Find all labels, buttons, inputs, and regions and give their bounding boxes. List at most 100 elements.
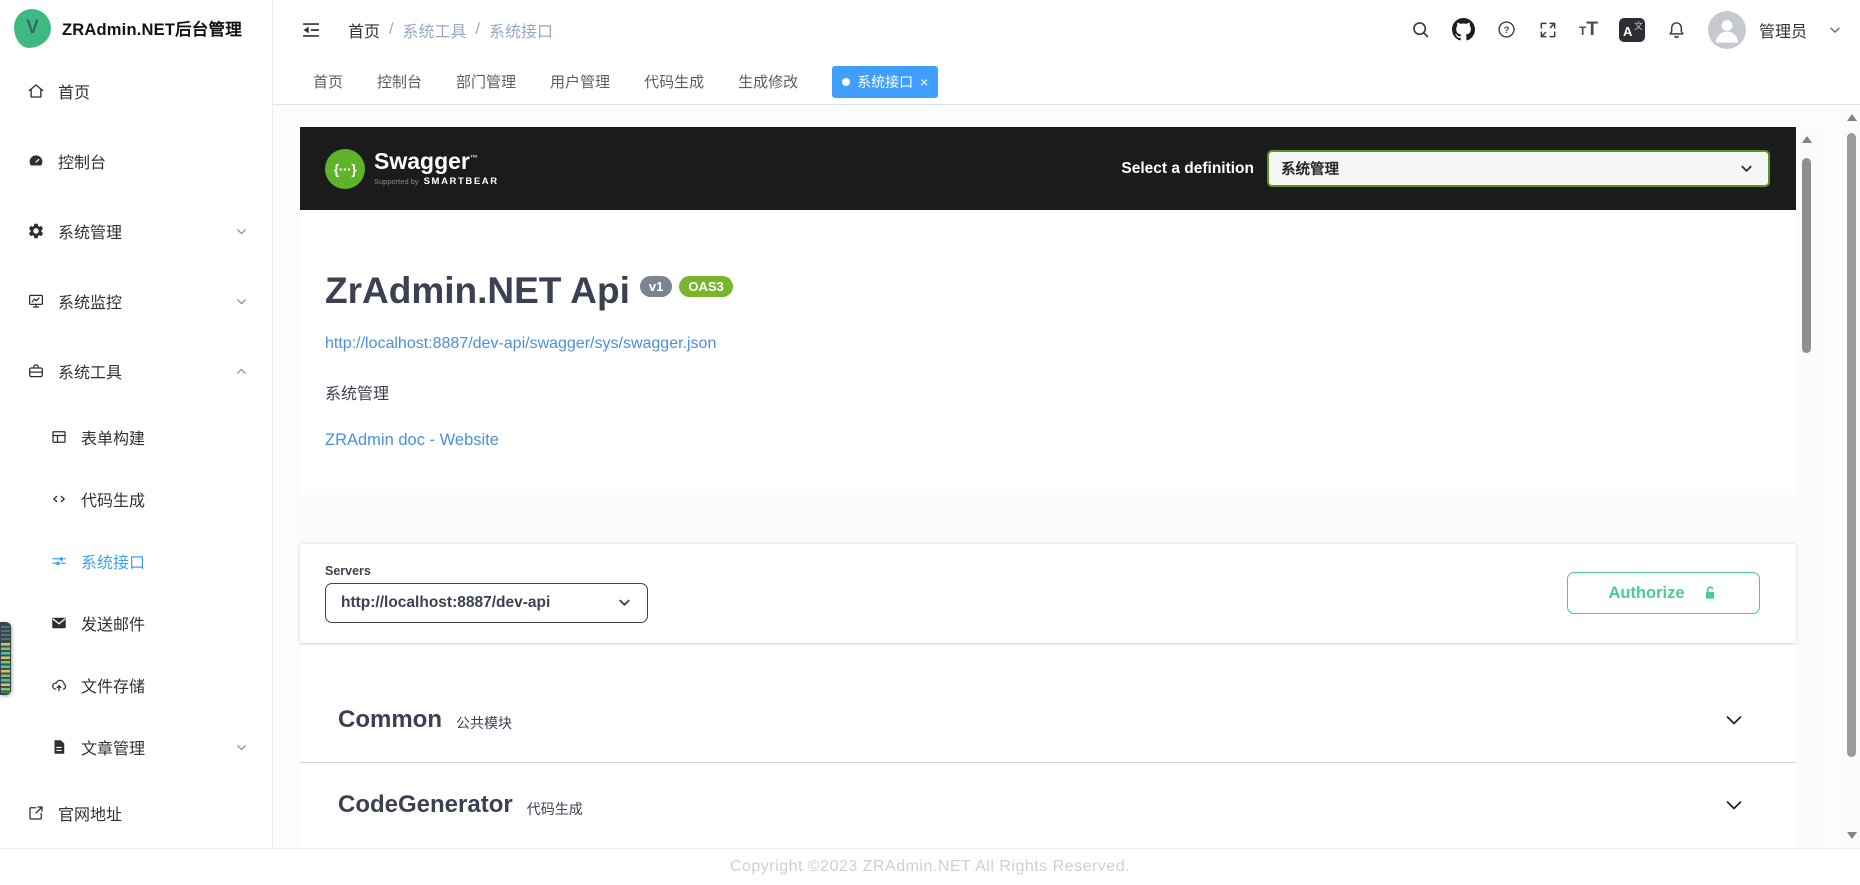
- sidebar-item-label: 官网地址: [58, 801, 122, 825]
- scroll-down-arrow[interactable]: [1847, 832, 1857, 839]
- app-title: ZRAdmin.NET后台管理: [62, 16, 242, 40]
- authorize-button[interactable]: Authorize: [1567, 572, 1760, 614]
- scrollbar-thumb[interactable]: [1847, 133, 1856, 757]
- sidebar-item-label: 系统工具: [58, 359, 122, 383]
- section-spacer: [300, 495, 1796, 543]
- sidebar-item-article-admin[interactable]: 文章管理: [0, 716, 272, 778]
- tab-home[interactable]: 首页: [313, 71, 343, 92]
- font-size-icon[interactable]: TT: [1579, 19, 1598, 41]
- sidebar-item-system-admin[interactable]: 系统管理: [0, 196, 272, 266]
- tab-code-gen[interactable]: 代码生成: [644, 71, 704, 92]
- tab-close-icon[interactable]: ×: [920, 75, 928, 89]
- sidebar-item-system-tools[interactable]: 系统工具: [0, 336, 272, 406]
- tab-gen-edit[interactable]: 生成修改: [738, 71, 798, 92]
- section-description: 代码生成: [527, 792, 583, 819]
- document-icon: [50, 738, 68, 756]
- sidebar-item-system-monitor[interactable]: 系统监控: [0, 266, 272, 336]
- sidebar-item-label: 系统管理: [58, 219, 122, 243]
- tab-dept-admin[interactable]: 部门管理: [456, 71, 516, 92]
- swagger-info-section: ZrAdmin.NET Api v1 OAS3 http://localhost…: [300, 210, 1796, 495]
- gear-icon: [27, 222, 45, 240]
- search-icon[interactable]: [1410, 19, 1431, 40]
- tab-user-admin[interactable]: 用户管理: [550, 71, 610, 92]
- trademark-symbol: ™: [470, 153, 478, 162]
- server-select[interactable]: http://localhost:8887/dev-api: [325, 583, 648, 623]
- app-main: {···} Swagger™ Supported by SMARTBEAR Se…: [273, 105, 1860, 848]
- sidebar-item-send-mail[interactable]: 发送邮件: [0, 592, 272, 654]
- oas3-badge: OAS3: [679, 276, 732, 297]
- sidebar: V ZRAdmin.NET后台管理 首页 控制台 系统管理 系统监控: [0, 0, 273, 848]
- mail-icon: [50, 614, 68, 632]
- logo-letter: V: [26, 17, 39, 39]
- app-logo[interactable]: V ZRAdmin.NET后台管理: [0, 0, 272, 56]
- dashboard-icon: [27, 152, 45, 170]
- chevron-down-icon: [617, 595, 632, 610]
- spec-url-link[interactable]: http://localhost:8887/dev-api/swagger/sy…: [325, 335, 1771, 353]
- username[interactable]: 管理员: [1759, 18, 1807, 42]
- servers-block: Servers http://localhost:8887/dev-api: [325, 564, 648, 623]
- chevron-down-icon[interactable]: [1828, 23, 1842, 37]
- sidebar-item-label: 首页: [58, 79, 90, 103]
- code-icon: [50, 490, 68, 508]
- supported-by-label: Supported by: [374, 177, 419, 186]
- smartbear-label: SMARTBEAR: [424, 176, 499, 187]
- tab-label: 系统接口: [857, 72, 913, 92]
- section-codegenerator[interactable]: CodeGenerator 代码生成: [300, 763, 1796, 848]
- tags-view: 首页 控制台 部门管理 用户管理 代码生成 生成修改 系统接口 ×: [273, 59, 1860, 105]
- sidebar-item-label: 系统接口: [81, 549, 145, 573]
- sidebar-item-system-api[interactable]: 系统接口: [0, 530, 272, 592]
- definition-select[interactable]: 系统管理: [1267, 150, 1770, 187]
- breadcrumb-system-api: 系统接口: [489, 18, 553, 42]
- sliders-icon: [50, 552, 68, 570]
- unlock-icon: [1701, 584, 1719, 602]
- scrollbar-thumb[interactable]: [1802, 158, 1811, 353]
- section-common[interactable]: Common 公共模块: [300, 678, 1796, 763]
- sidebar-item-code-generator[interactable]: 代码生成: [0, 468, 272, 530]
- chevron-down-icon: [235, 225, 248, 238]
- scheme-container: Servers http://localhost:8887/dev-api Au…: [300, 543, 1796, 643]
- page-scrollbar[interactable]: [1843, 105, 1860, 848]
- swagger-logo-text: Swagger™: [374, 150, 499, 173]
- definition-select-value: 系统管理: [1281, 158, 1339, 179]
- active-tab-dot: [842, 78, 850, 86]
- sidebar-item-label: 控制台: [58, 149, 106, 173]
- sidebar-item-home[interactable]: 首页: [0, 56, 272, 126]
- help-icon[interactable]: ?: [1496, 19, 1517, 40]
- form-icon: [50, 428, 68, 446]
- floating-widget[interactable]: [0, 622, 11, 695]
- sidebar-item-label: 文件存储: [81, 673, 145, 697]
- breadcrumb-home[interactable]: 首页: [348, 18, 380, 42]
- scroll-up-arrow[interactable]: [1802, 136, 1812, 143]
- scroll-up-arrow[interactable]: [1847, 114, 1857, 121]
- chevron-down-icon[interactable]: [1722, 708, 1746, 732]
- footer: Copyright ©2023 ZRAdmin.NET All Rights R…: [0, 848, 1860, 885]
- chevron-down-icon[interactable]: [1722, 793, 1746, 817]
- github-icon[interactable]: [1452, 18, 1475, 41]
- sidebar-item-label: 表单构建: [81, 425, 145, 449]
- panel-scrollbar[interactable]: [1797, 127, 1817, 848]
- tab-console[interactable]: 控制台: [377, 71, 422, 92]
- breadcrumb-system-tools[interactable]: 系统工具: [402, 18, 466, 42]
- sidebar-item-file-storage[interactable]: 文件存储: [0, 654, 272, 716]
- chevron-down-icon: [1739, 161, 1754, 176]
- translate-icon[interactable]: A文: [1619, 18, 1645, 42]
- chevron-down-icon: [235, 741, 248, 754]
- section-description: 公共模块: [456, 706, 512, 733]
- bell-icon[interactable]: [1666, 19, 1687, 40]
- sidebar-item-console[interactable]: 控制台: [0, 126, 272, 196]
- widget-stripes: [1, 626, 10, 641]
- external-link-icon: [27, 804, 45, 822]
- sidebar-fold-icon[interactable]: [300, 19, 322, 41]
- api-description: 系统管理: [325, 380, 1771, 404]
- tab-system-api-active[interactable]: 系统接口 ×: [832, 66, 938, 98]
- sidebar-item-label: 系统监控: [58, 289, 122, 313]
- app-logo-icon: V: [14, 9, 51, 48]
- cloud-upload-icon: [50, 676, 68, 694]
- doc-website-link[interactable]: ZRAdmin doc - Website: [325, 431, 1771, 450]
- avatar[interactable]: [1708, 11, 1746, 49]
- sidebar-item-label: 代码生成: [81, 487, 145, 511]
- sidebar-item-form-builder[interactable]: 表单构建: [0, 406, 272, 468]
- sidebar-item-official-site[interactable]: 官网地址: [0, 778, 272, 848]
- fullscreen-icon[interactable]: [1538, 20, 1558, 40]
- toolbox-icon: [27, 362, 45, 380]
